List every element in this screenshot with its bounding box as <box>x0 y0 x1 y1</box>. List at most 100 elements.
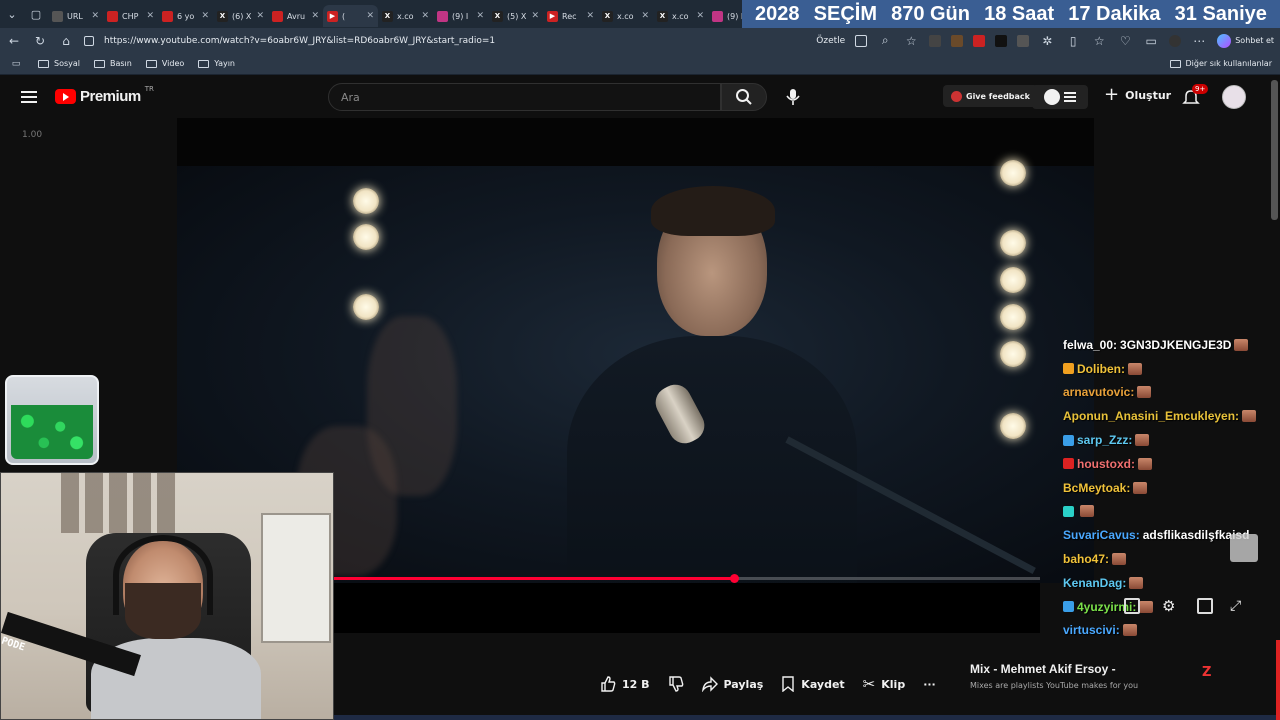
list-icon <box>1064 92 1076 102</box>
countdown-seconds: 31 Saniye <box>1174 2 1267 25</box>
split-screen-icon[interactable] <box>855 34 868 47</box>
sidebar-icon[interactable]: ▯ <box>1065 34 1081 48</box>
browser-tab[interactable]: ▶ (✕ <box>323 5 378 27</box>
bookmark-folder[interactable]: Sosyal <box>38 59 80 68</box>
extension-icon[interactable] <box>995 34 1008 47</box>
browser-tab[interactable]: (9) I ✕ <box>433 5 488 27</box>
tab-favicon-icon <box>107 10 118 22</box>
refresh-icon[interactable]: ↻ <box>32 34 48 48</box>
chat-emote-icon <box>1133 481 1148 494</box>
extension-icon[interactable] <box>1017 34 1030 47</box>
browser-tab[interactable]: X (6) X ✕ <box>213 5 268 27</box>
extension-icon[interactable] <box>929 34 942 47</box>
browser-tab[interactable]: URL ✕ <box>48 5 103 27</box>
bookmark-folder[interactable]: Yayın <box>198 59 235 68</box>
more-actions-button[interactable]: ··· <box>923 678 936 691</box>
extension-icon[interactable] <box>973 34 986 47</box>
extensions-puzzle-icon[interactable]: ✲ <box>1039 34 1055 48</box>
stage-light <box>1000 413 1026 439</box>
tab-close-icon[interactable]: ✕ <box>91 11 99 21</box>
jar-contents <box>11 405 93 459</box>
tab-close-icon[interactable]: ✕ <box>256 11 264 21</box>
summarize-button[interactable]: Özetle <box>816 36 845 46</box>
voice-search-button[interactable] <box>778 83 808 111</box>
create-button[interactable]: + Oluştur <box>1104 86 1171 104</box>
tab-close-icon[interactable]: ✕ <box>421 11 429 21</box>
dislike-button[interactable] <box>668 676 684 692</box>
overlay-slider-thumb[interactable] <box>1230 534 1258 562</box>
profile-avatar[interactable] <box>1169 34 1182 47</box>
search-button[interactable] <box>721 83 767 111</box>
scrollbar[interactable] <box>1271 80 1278 220</box>
tab-close-icon[interactable]: ✕ <box>641 11 649 21</box>
site-info-icon[interactable] <box>84 35 94 46</box>
headset <box>113 535 213 615</box>
stage-light <box>353 224 379 250</box>
chat-badge-icon <box>1063 458 1074 470</box>
tab-close-icon[interactable]: ✕ <box>531 11 539 21</box>
menu-hamburger-icon[interactable] <box>21 91 37 103</box>
youtube-premium-logo[interactable]: Premium TR <box>55 85 154 105</box>
collections-icon[interactable]: ▭ <box>1143 34 1159 48</box>
url-field[interactable]: https://www.youtube.com/watch?v=6oabr6W_… <box>104 36 804 46</box>
browser-tab[interactable]: CHP ✕ <box>103 5 158 27</box>
election-countdown-banner: 2028 SEÇİM 870 Gün 18 Saat 17 Dakika 31 … <box>742 0 1280 28</box>
chat-emote-icon <box>1234 338 1249 351</box>
save-button[interactable]: Kaydet <box>781 676 845 692</box>
share-button[interactable]: Paylaş <box>701 676 763 692</box>
extension-icon[interactable] <box>951 34 964 47</box>
stage-light <box>1000 230 1026 256</box>
favorite-star-icon[interactable]: ☆ <box>903 34 919 48</box>
browser-tab[interactable]: Xx.co ✕ <box>378 5 433 27</box>
back-arrow-icon[interactable]: ← <box>6 34 22 48</box>
chat-button[interactable]: Sohbet et <box>1217 33 1274 48</box>
tab-close-icon[interactable]: ✕ <box>476 11 484 21</box>
workspaces-icon[interactable]: ▢ <box>24 0 48 28</box>
zoom-icon[interactable]: ⌕ <box>877 33 893 48</box>
chat-username: sarp_Zzz: <box>1077 433 1133 448</box>
reading-icon[interactable]: ▭ <box>8 59 24 69</box>
chat-emote-icon <box>1129 576 1144 589</box>
browser-tab[interactable]: Xx.co ✕ <box>598 5 653 27</box>
tab-close-icon[interactable]: ✕ <box>696 11 704 21</box>
subtitles-icon[interactable] <box>1124 598 1140 614</box>
search-input[interactable]: Ara <box>328 83 721 111</box>
progress-scrubber[interactable] <box>730 574 739 583</box>
bookmark-folder[interactable]: Video <box>145 59 184 68</box>
tab-close-icon[interactable]: ✕ <box>311 11 319 21</box>
stage-light <box>353 188 379 214</box>
stage-light <box>1000 304 1026 330</box>
tab-close-icon[interactable]: ✕ <box>201 11 209 21</box>
progress-bar[interactable] <box>334 574 1040 583</box>
miniplayer-icon[interactable] <box>1197 598 1214 614</box>
feedback-icon <box>951 90 962 102</box>
account-avatar[interactable] <box>1222 85 1246 109</box>
browser-tab[interactable]: 6 yo ✕ <box>158 5 213 27</box>
tab-list-chevron-icon[interactable]: ⌄ <box>0 0 24 28</box>
browser-tab[interactable]: ▶ Rec ✕ <box>543 5 598 27</box>
favorites-icon[interactable]: ☆ <box>1091 34 1107 48</box>
give-feedback-button[interactable]: Give feedback <box>943 85 1038 107</box>
tab-close-icon[interactable]: ✕ <box>366 11 374 21</box>
wall-frames <box>61 473 176 533</box>
tab-close-icon[interactable]: ✕ <box>586 11 594 21</box>
health-icon[interactable]: ♡ <box>1117 34 1133 48</box>
browser-tab[interactable]: Xx.co ✕ <box>653 5 708 27</box>
theme-toggle[interactable] <box>1032 85 1088 109</box>
tab-title: Rec <box>562 11 577 21</box>
tab-favicon-icon: X <box>217 10 228 22</box>
whiteboard <box>261 513 331 643</box>
clip-button[interactable]: ✂ Klip <box>863 675 906 693</box>
like-button[interactable]: 12 B <box>600 676 650 692</box>
bookmark-icon <box>782 676 794 692</box>
bookmark-folder[interactable]: Basın <box>94 59 132 68</box>
tab-close-icon[interactable]: ✕ <box>146 11 154 21</box>
browser-tab[interactable]: Avru ✕ <box>268 5 323 27</box>
settings-gear-icon[interactable]: ⚙ <box>1162 598 1175 614</box>
home-icon[interactable]: ⌂ <box>58 34 74 48</box>
fullscreen-expand-icon[interactable]: ⤢ <box>1230 598 1241 614</box>
menu-dots-icon[interactable]: ⋯ <box>1191 34 1207 48</box>
other-bookmarks[interactable]: Diğer sık kullanılanlar <box>1169 59 1272 68</box>
mix-playlist-header[interactable]: Mix - Mehmet Akif Ersoy - Mixes are play… <box>970 662 1138 690</box>
browser-tab[interactable]: X (5) X ✕ <box>488 5 543 27</box>
